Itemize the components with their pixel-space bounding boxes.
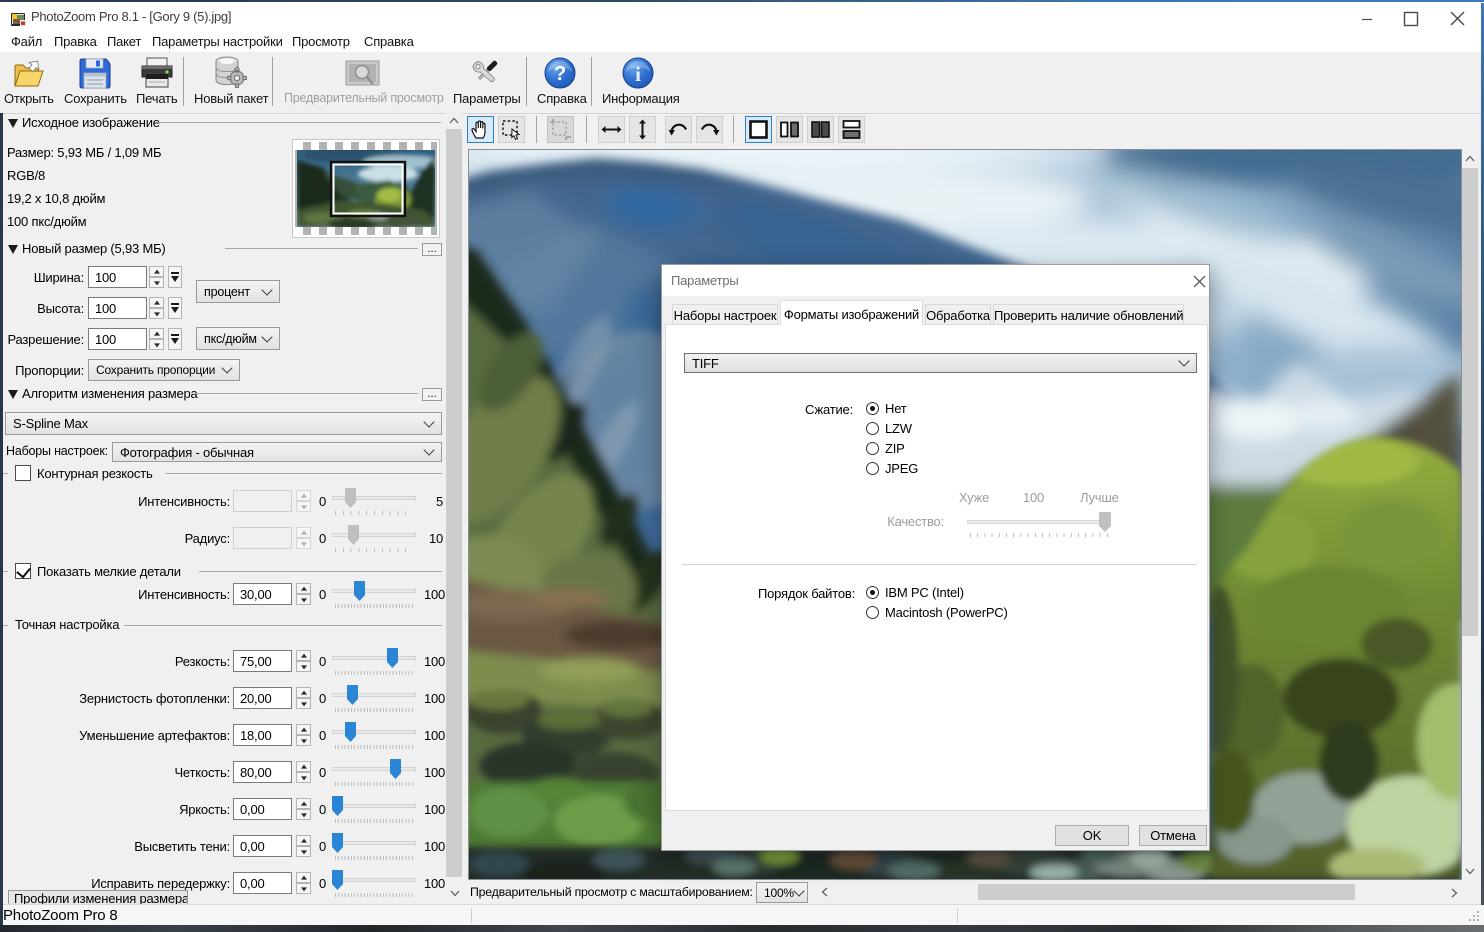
svg-text:?: ? — [554, 63, 566, 85]
svg-text:i: i — [635, 62, 641, 86]
